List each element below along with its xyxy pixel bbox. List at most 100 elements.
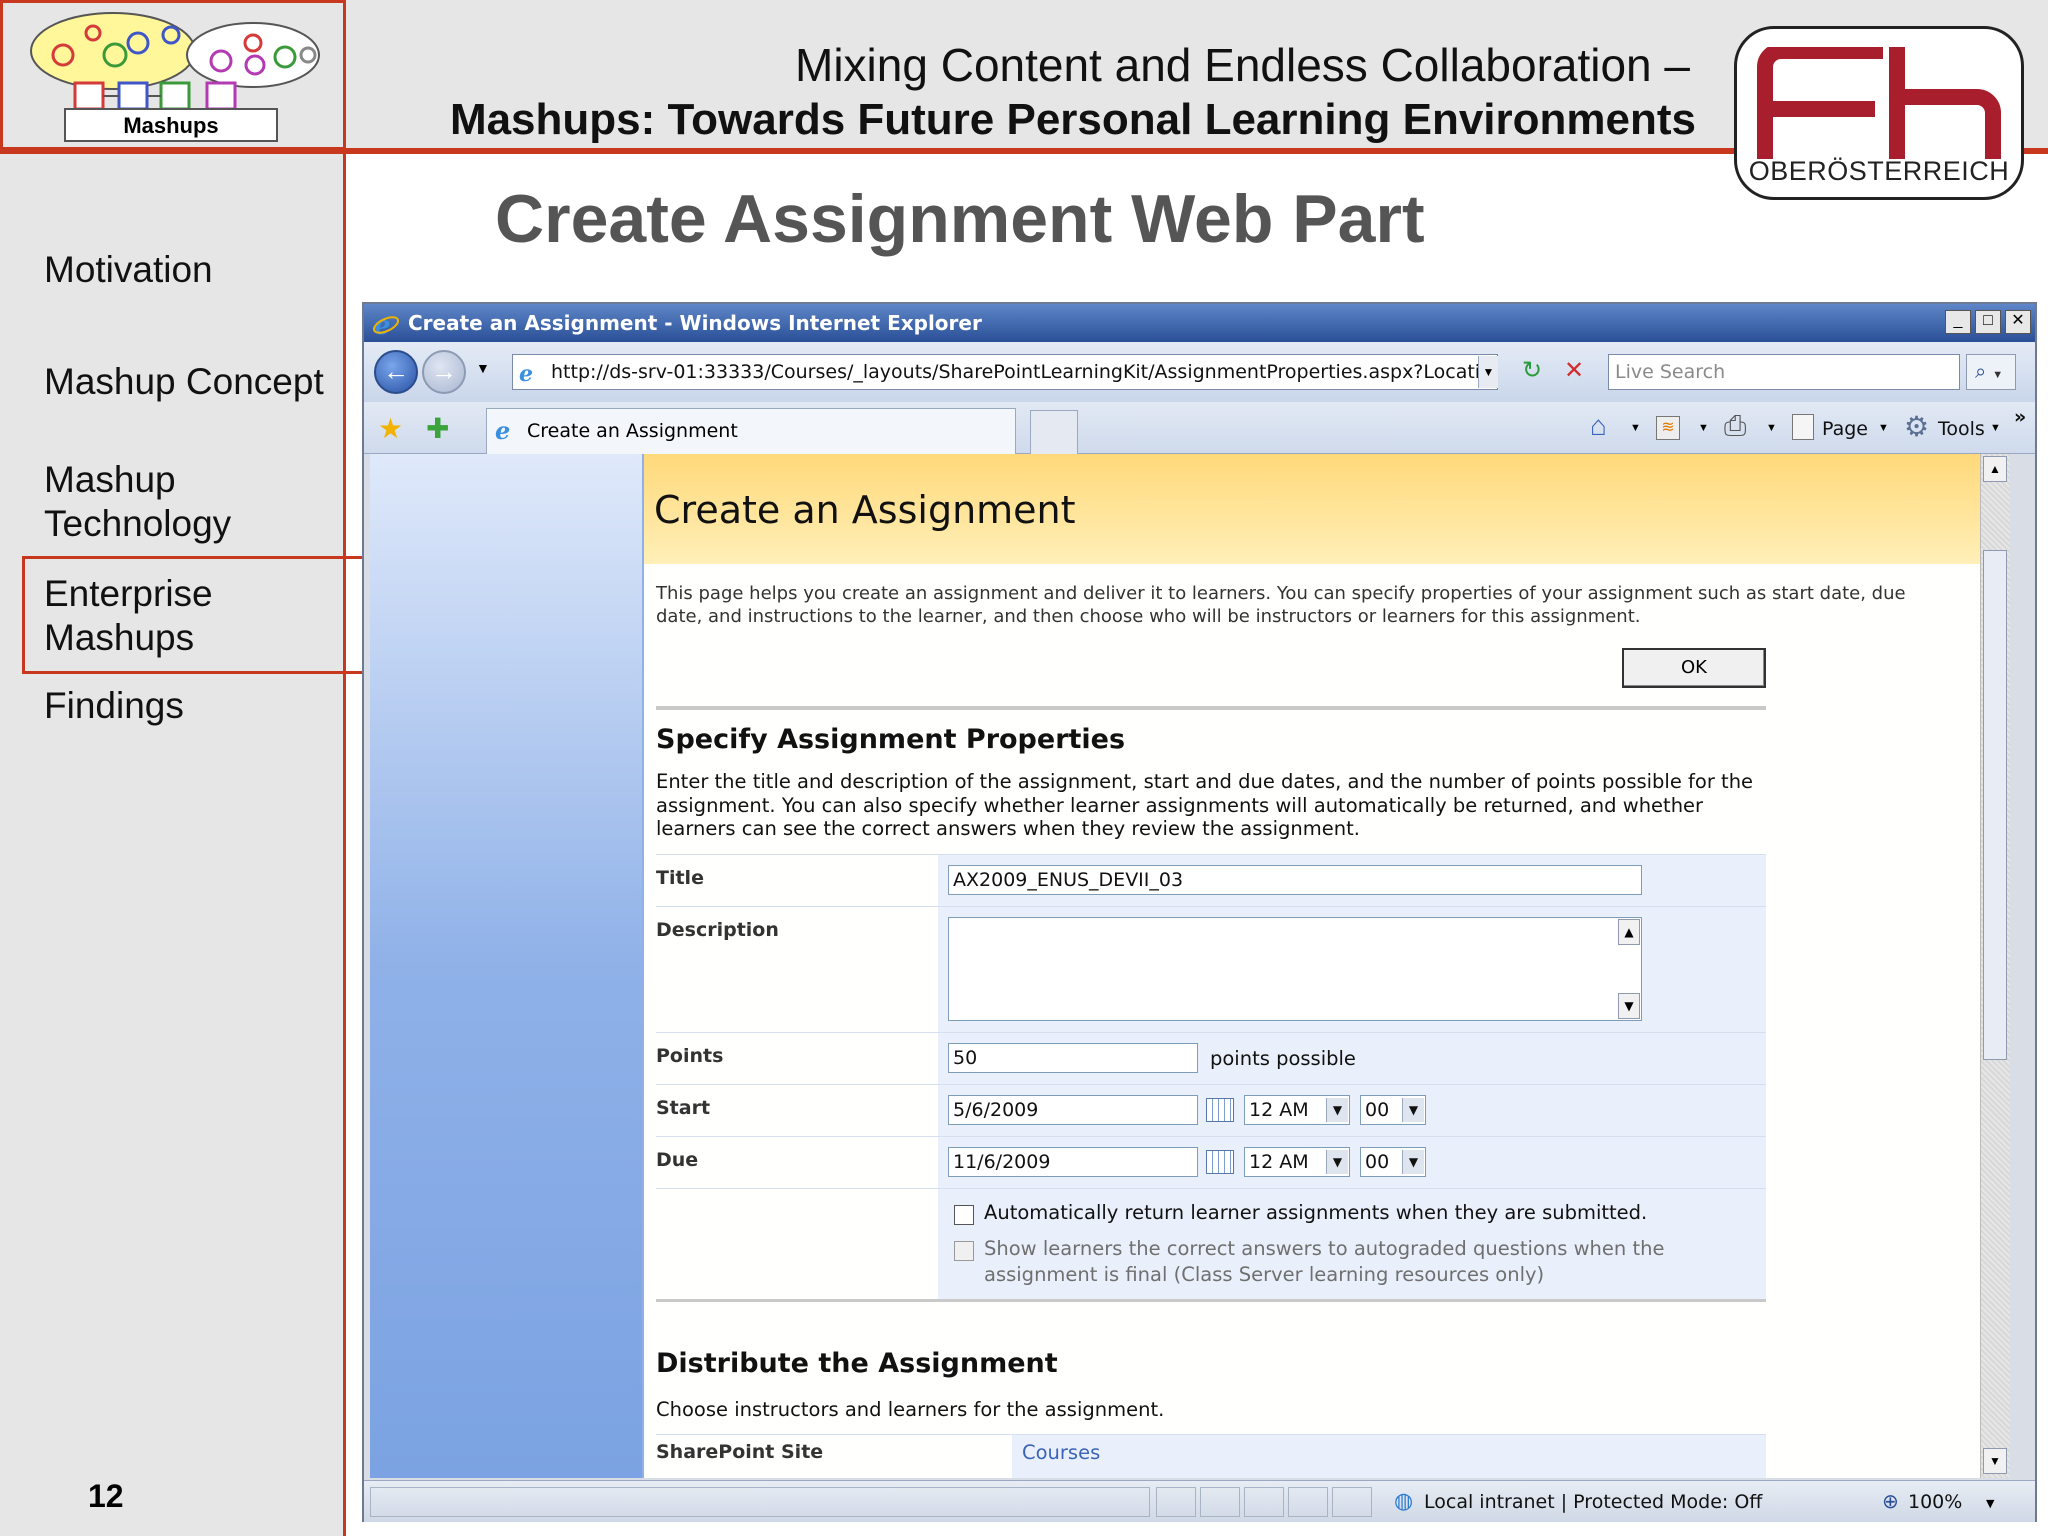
due-row: Due 11/6/2009 12 AM ▼ 00 ▼ (656, 1136, 1766, 1188)
ie-titlebar: e Create an Assignment - Windows Interne… (364, 304, 2035, 342)
ok-button[interactable]: OK (1622, 648, 1766, 688)
slide-number: 12 (88, 1478, 124, 1514)
print-dropdown-icon[interactable]: ▼ (1766, 422, 1777, 434)
textarea-scroll-up-icon[interactable]: ▲ (1618, 919, 1640, 945)
security-zone-status[interactable]: Local intranet | Protected Mode: Off (1424, 1491, 1762, 1513)
status-cell (1244, 1487, 1284, 1517)
left-navigation-pane (370, 454, 642, 1478)
title-input[interactable]: AX2009_ENUS_DEVII_03 (948, 865, 1642, 895)
textarea-scroll-down-icon[interactable]: ▼ (1618, 993, 1640, 1019)
new-tab-button[interactable] (1030, 410, 1078, 454)
due-date-input[interactable]: 11/6/2009 (948, 1147, 1198, 1177)
feeds-icon[interactable]: ≋ (1656, 416, 1680, 440)
page-body: This page helps you create an assignment… (642, 564, 1980, 1478)
zoom-level[interactable]: 100% (1908, 1491, 1962, 1513)
toolbar-overflow-button[interactable]: » (2014, 406, 2026, 428)
due-label: Due (656, 1149, 699, 1171)
sharepoint-site-label: SharePoint Site (656, 1441, 824, 1463)
scroll-down-icon[interactable]: ▼ (1983, 1448, 2007, 1474)
globe-icon: ◍ (1394, 1489, 1414, 1514)
ie-navigation-bar: ← → ▼ e http://ds-srv-01:33333/Courses/_… (364, 342, 2035, 402)
forward-icon[interactable]: → (422, 350, 466, 394)
due-minute-value: 00 (1365, 1151, 1390, 1173)
tab-title: Create an Assignment (527, 420, 738, 442)
due-hour-value: 12 AM (1249, 1151, 1309, 1173)
mashups-logo-label: Mashups (123, 113, 219, 138)
print-icon[interactable]: ⎙ (1724, 410, 1746, 443)
points-input[interactable]: 50 (948, 1043, 1198, 1073)
start-minute-select[interactable]: 00 ▼ (1360, 1095, 1426, 1125)
page-scrollbar[interactable]: ▲ ▼ (1980, 454, 2010, 1478)
page-dropdown-icon[interactable]: ▼ (1878, 422, 1889, 434)
sharepoint-site-row: SharePoint Site Courses (656, 1434, 1766, 1478)
home-icon[interactable]: ⌂ (1590, 410, 1607, 442)
nav-item-mashup-concept[interactable]: Mashup Concept (44, 360, 324, 404)
address-bar[interactable]: e http://ds-srv-01:33333/Courses/_layout… (512, 354, 1498, 390)
history-dropdown-icon[interactable]: ▼ (476, 360, 490, 376)
search-icon[interactable]: ⌕ ▼ (1966, 354, 2016, 390)
scroll-thumb[interactable] (1983, 550, 2007, 1060)
section-divider (656, 706, 1766, 710)
live-search-input[interactable]: Live Search (1608, 354, 1960, 390)
due-minute-select[interactable]: 00 ▼ (1360, 1147, 1426, 1177)
nav-item-findings[interactable]: Findings (44, 684, 184, 728)
chevron-down-icon: ▼ (1402, 1150, 1424, 1174)
gear-icon: ⚙ (1904, 411, 1930, 442)
add-favorites-icon[interactable]: ✚ (426, 412, 449, 445)
auto-return-checkbox[interactable] (954, 1205, 974, 1225)
tab-ie-icon: e (495, 416, 511, 445)
start-calendar-icon[interactable] (1206, 1098, 1234, 1122)
tools-dropdown-icon[interactable]: ▼ (1990, 422, 2001, 434)
points-label: Points (656, 1045, 724, 1067)
start-hour-value: 12 AM (1249, 1099, 1309, 1121)
ie-tab-bar: ★ ✚ e Create an Assignment ⌂ ▼ ≋ ▼ ⎙ ▼ P… (364, 402, 2035, 454)
home-dropdown-icon[interactable]: ▼ (1630, 422, 1641, 434)
fh-logo-text: OBERÖSTERREICH (1748, 156, 2010, 186)
maximize-button[interactable]: □ (1975, 310, 2001, 334)
chevron-down-icon: ▼ (1326, 1150, 1348, 1174)
start-hour-select[interactable]: 12 AM ▼ (1244, 1095, 1350, 1125)
address-dropdown-icon[interactable]: ▼ (1478, 356, 1498, 388)
due-hour-select[interactable]: 12 AM ▼ (1244, 1147, 1350, 1177)
minimize-button[interactable]: _ (1945, 310, 1971, 334)
scroll-up-icon[interactable]: ▲ (1983, 456, 2007, 482)
show-answers-label-line1: Show learners the correct answers to aut… (984, 1237, 1665, 1260)
feeds-dropdown-icon[interactable]: ▼ (1698, 422, 1709, 434)
description-textarea[interactable] (948, 917, 1642, 1021)
refresh-icon[interactable]: ↻ (1514, 354, 1550, 390)
nav-item-enterprise-mashups[interactable]: Enterprise Mashups (44, 572, 264, 660)
status-text-cell (370, 1487, 1150, 1517)
address-text: http://ds-srv-01:33333/Courses/_layouts/… (551, 361, 1498, 383)
chevron-down-icon: ▼ (1402, 1098, 1424, 1122)
zoom-dropdown-icon[interactable]: ▼ (1986, 1497, 1994, 1510)
sharepoint-site-link[interactable]: Courses (1022, 1441, 1100, 1464)
ie-window-title: Create an Assignment - Windows Internet … (408, 311, 982, 335)
tools-menu[interactable]: Tools (1938, 418, 1985, 440)
close-window-button[interactable]: ✕ (2005, 310, 2031, 334)
page-menu[interactable]: Page (1822, 418, 1868, 440)
favorites-star-icon[interactable]: ★ (378, 412, 403, 445)
zoom-icon: ⊕ (1882, 1489, 1899, 1513)
nav-item-motivation[interactable]: Motivation (44, 248, 213, 292)
ie-status-bar: ◍ Local intranet | Protected Mode: Off ⊕… (364, 1480, 2035, 1522)
start-minute-value: 00 (1365, 1099, 1390, 1121)
due-calendar-icon[interactable] (1206, 1150, 1234, 1174)
header-title-line2: Mashups: Towards Future Personal Learnin… (449, 95, 1696, 144)
ie-icon: e (372, 311, 400, 338)
sharepoint-site-cell: Courses (1012, 1435, 1766, 1478)
nav-item-mashup-technology[interactable]: Mashup Technology (44, 458, 294, 546)
page-icon-ie: e (519, 361, 533, 387)
distribute-section-title: Distribute the Assignment (656, 1348, 1058, 1379)
description-row: Description ▲ ▼ (656, 906, 1766, 1032)
start-date-input[interactable]: 5/6/2009 (948, 1095, 1198, 1125)
fh-ooe-logo: OBERÖSTERREICH (1734, 26, 2024, 200)
stop-icon[interactable]: ✕ (1556, 354, 1592, 390)
show-answers-label-line2: assignment is final (Class Server learni… (984, 1263, 1545, 1286)
page-icon (1792, 414, 1814, 440)
slide-heading: Create Assignment Web Part (495, 181, 1425, 257)
show-answers-checkbox[interactable] (954, 1241, 974, 1261)
back-icon[interactable]: ← (374, 350, 418, 394)
page-title: Create an Assignment (654, 488, 1076, 532)
tab-create-assignment[interactable]: e Create an Assignment (486, 408, 1016, 454)
page-intro: This page helps you create an assignment… (656, 583, 1906, 627)
